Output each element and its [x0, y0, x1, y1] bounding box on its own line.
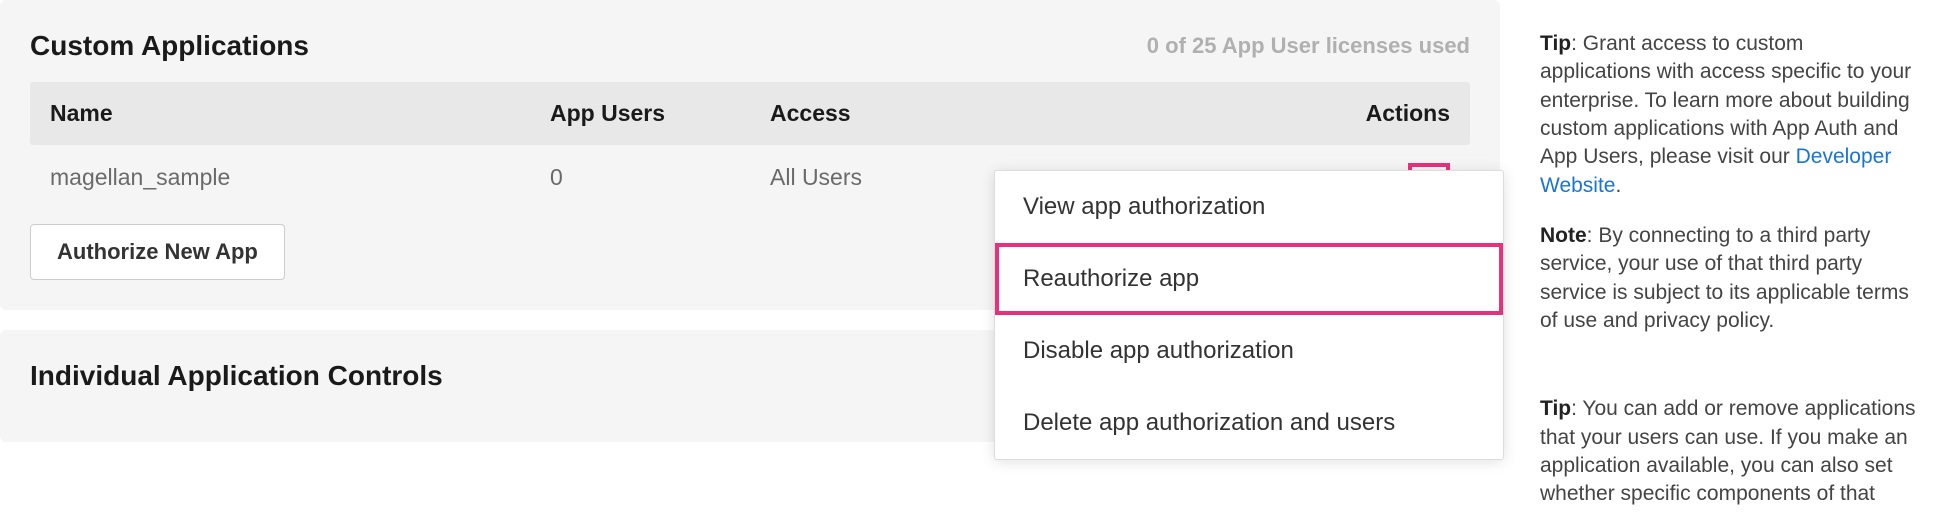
column-header-actions: Actions — [1320, 100, 1450, 127]
apps-table-header: Name App Users Access Actions — [30, 82, 1470, 145]
tip-label: Tip — [1540, 32, 1571, 55]
tip-text-2: : You can add or remove applications tha… — [1540, 397, 1916, 505]
tip-custom-apps: Tip: Grant access to custom applications… — [1540, 30, 1920, 200]
menu-view-authorization[interactable]: View app authorization — [995, 171, 1503, 243]
note-third-party: Note: By connecting to a third party ser… — [1540, 222, 1920, 335]
actions-dropdown-menu: View app authorization Reauthorize app D… — [994, 170, 1504, 460]
column-header-access: Access — [770, 100, 1320, 127]
app-users-cell: 0 — [550, 164, 770, 191]
menu-reauthorize-app[interactable]: Reauthorize app — [995, 243, 1503, 315]
menu-disable-authorization[interactable]: Disable app authorization — [995, 315, 1503, 387]
tip-individual-controls: Tip: You can add or remove applications … — [1540, 395, 1920, 508]
custom-applications-title: Custom Applications — [30, 30, 309, 62]
column-header-users: App Users — [550, 100, 770, 127]
individual-controls-title: Individual Application Controls — [30, 360, 443, 392]
app-name-cell: magellan_sample — [50, 164, 550, 191]
help-sidebar: Tip: Grant access to custom applications… — [1520, 0, 1940, 531]
note-label: Note — [1540, 224, 1587, 247]
menu-delete-authorization[interactable]: Delete app authorization and users — [995, 387, 1503, 459]
authorize-new-app-button[interactable]: Authorize New App — [30, 224, 285, 280]
tip-text-after: . — [1615, 174, 1621, 197]
note-text: : By connecting to a third party service… — [1540, 224, 1909, 332]
license-usage-text: 0 of 25 App User licenses used — [1147, 33, 1470, 59]
tip-label-2: Tip — [1540, 397, 1571, 420]
column-header-name: Name — [50, 100, 550, 127]
custom-applications-panel: Custom Applications 0 of 25 App User lic… — [0, 0, 1500, 310]
